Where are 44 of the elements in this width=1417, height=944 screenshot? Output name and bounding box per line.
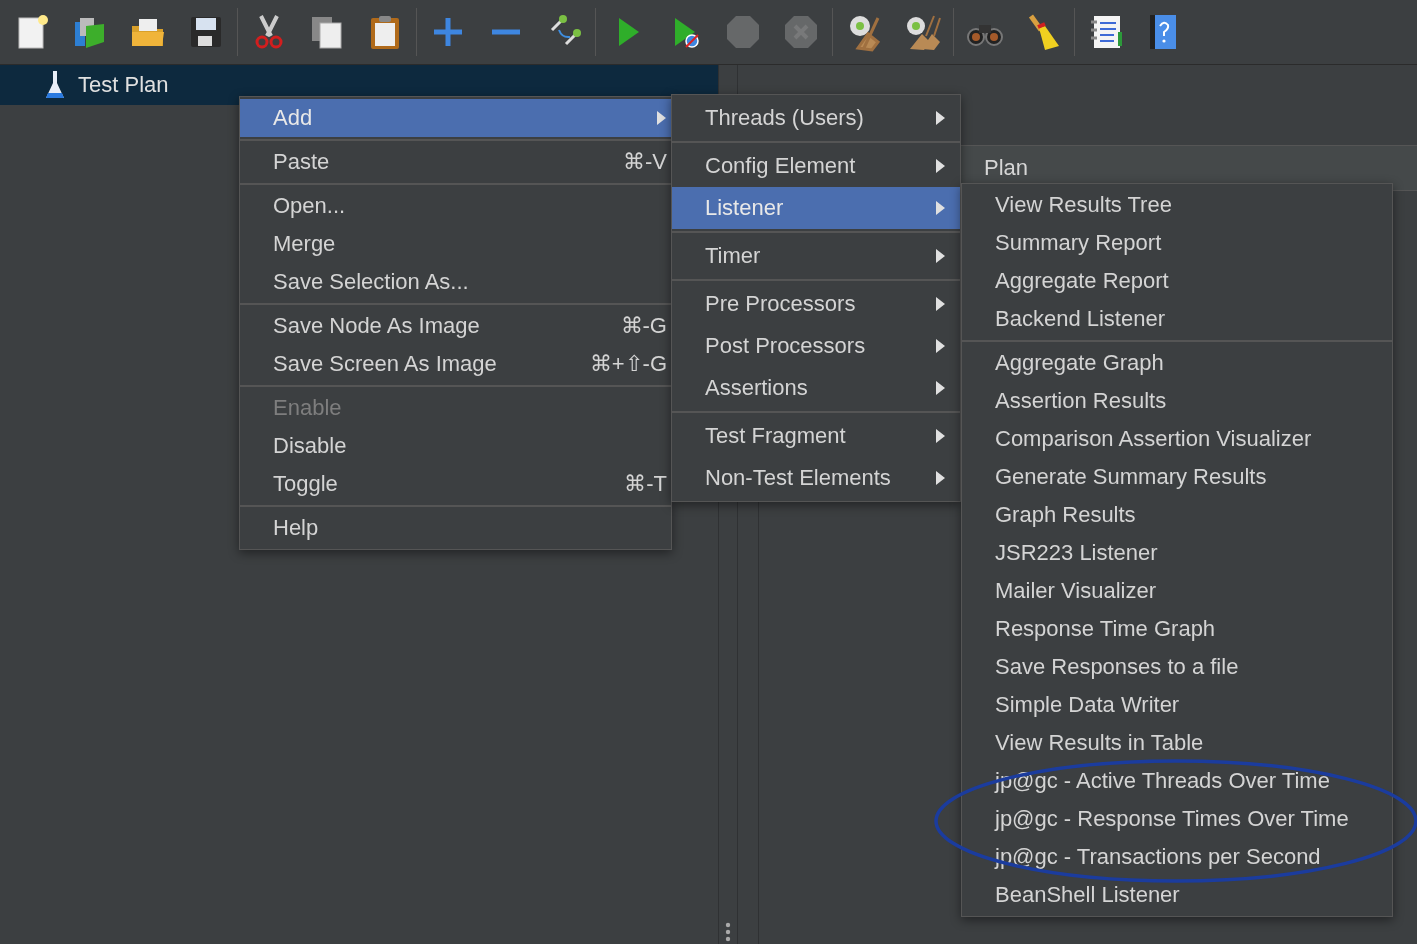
menu-item[interactable]: Add <box>240 99 671 137</box>
menu-item[interactable]: JSR223 Listener <box>962 534 1392 572</box>
menu-item[interactable]: jp@gc - Response Times Over Time <box>962 800 1392 838</box>
menu-item[interactable]: Graph Results <box>962 496 1392 534</box>
shortcut-text: ⌘-V <box>623 149 667 175</box>
shortcut-text: ⌘-G <box>620 313 667 339</box>
flask-icon <box>44 69 66 101</box>
shortcut-text: ⌘-T <box>624 471 667 497</box>
menu-item[interactable]: Save Selection As... <box>240 263 671 301</box>
menu-item[interactable]: Threads (Users) <box>672 97 960 139</box>
menu-item[interactable]: View Results in Table <box>962 724 1392 762</box>
menu-item[interactable]: Mailer Visualizer <box>962 572 1392 610</box>
menu-item[interactable]: Assertions <box>672 367 960 409</box>
menu-item[interactable]: Non-Test Elements <box>672 457 960 499</box>
menu-item[interactable]: Simple Data Writer <box>962 686 1392 724</box>
menu-item[interactable]: Config Element <box>672 145 960 187</box>
menu-item[interactable]: Merge <box>240 225 671 263</box>
tree-item[interactable]: Test Plan <box>44 65 169 105</box>
menu-item[interactable]: Post Processors <box>672 325 960 367</box>
menu-item[interactable]: Aggregate Report <box>962 262 1392 300</box>
menu-item[interactable]: Assertion Results <box>962 382 1392 420</box>
menu-item[interactable]: Help <box>240 509 671 547</box>
menu-item[interactable]: Aggregate Graph <box>962 344 1392 382</box>
menu-item[interactable]: BeanShell Listener <box>962 876 1392 914</box>
menu-item[interactable]: Paste ⌘-V <box>240 143 671 181</box>
menu-item[interactable]: Save Screen As Image ⌘+⇧-G <box>240 345 671 383</box>
menu-item[interactable]: View Results Tree <box>962 186 1392 224</box>
menu-item[interactable]: Open... <box>240 187 671 225</box>
menu-item[interactable]: Test Fragment <box>672 415 960 457</box>
menu-item[interactable]: Response Time Graph <box>962 610 1392 648</box>
menu-item[interactable]: Save Responses to a file <box>962 648 1392 686</box>
menu-item[interactable]: Disable <box>240 427 671 465</box>
splitter-grip-icon[interactable] <box>725 922 731 942</box>
menu-item[interactable]: Listener <box>672 187 960 229</box>
panel-title: Plan <box>984 155 1029 181</box>
menu-item[interactable]: Save Node As Image ⌘-G <box>240 307 671 345</box>
menu-item[interactable]: Comparison Assertion Visualizer <box>962 420 1392 458</box>
menu-item[interactable]: Summary Report <box>962 224 1392 262</box>
menu-item[interactable]: Pre Processors <box>672 283 960 325</box>
menu-item[interactable]: Backend Listener <box>962 300 1392 338</box>
menu-item[interactable]: Timer <box>672 235 960 277</box>
menu-item[interactable]: Toggle ⌘-T <box>240 465 671 503</box>
menu-item[interactable]: Generate Summary Results <box>962 458 1392 496</box>
shortcut-text: ⌘+⇧-G <box>589 351 667 377</box>
